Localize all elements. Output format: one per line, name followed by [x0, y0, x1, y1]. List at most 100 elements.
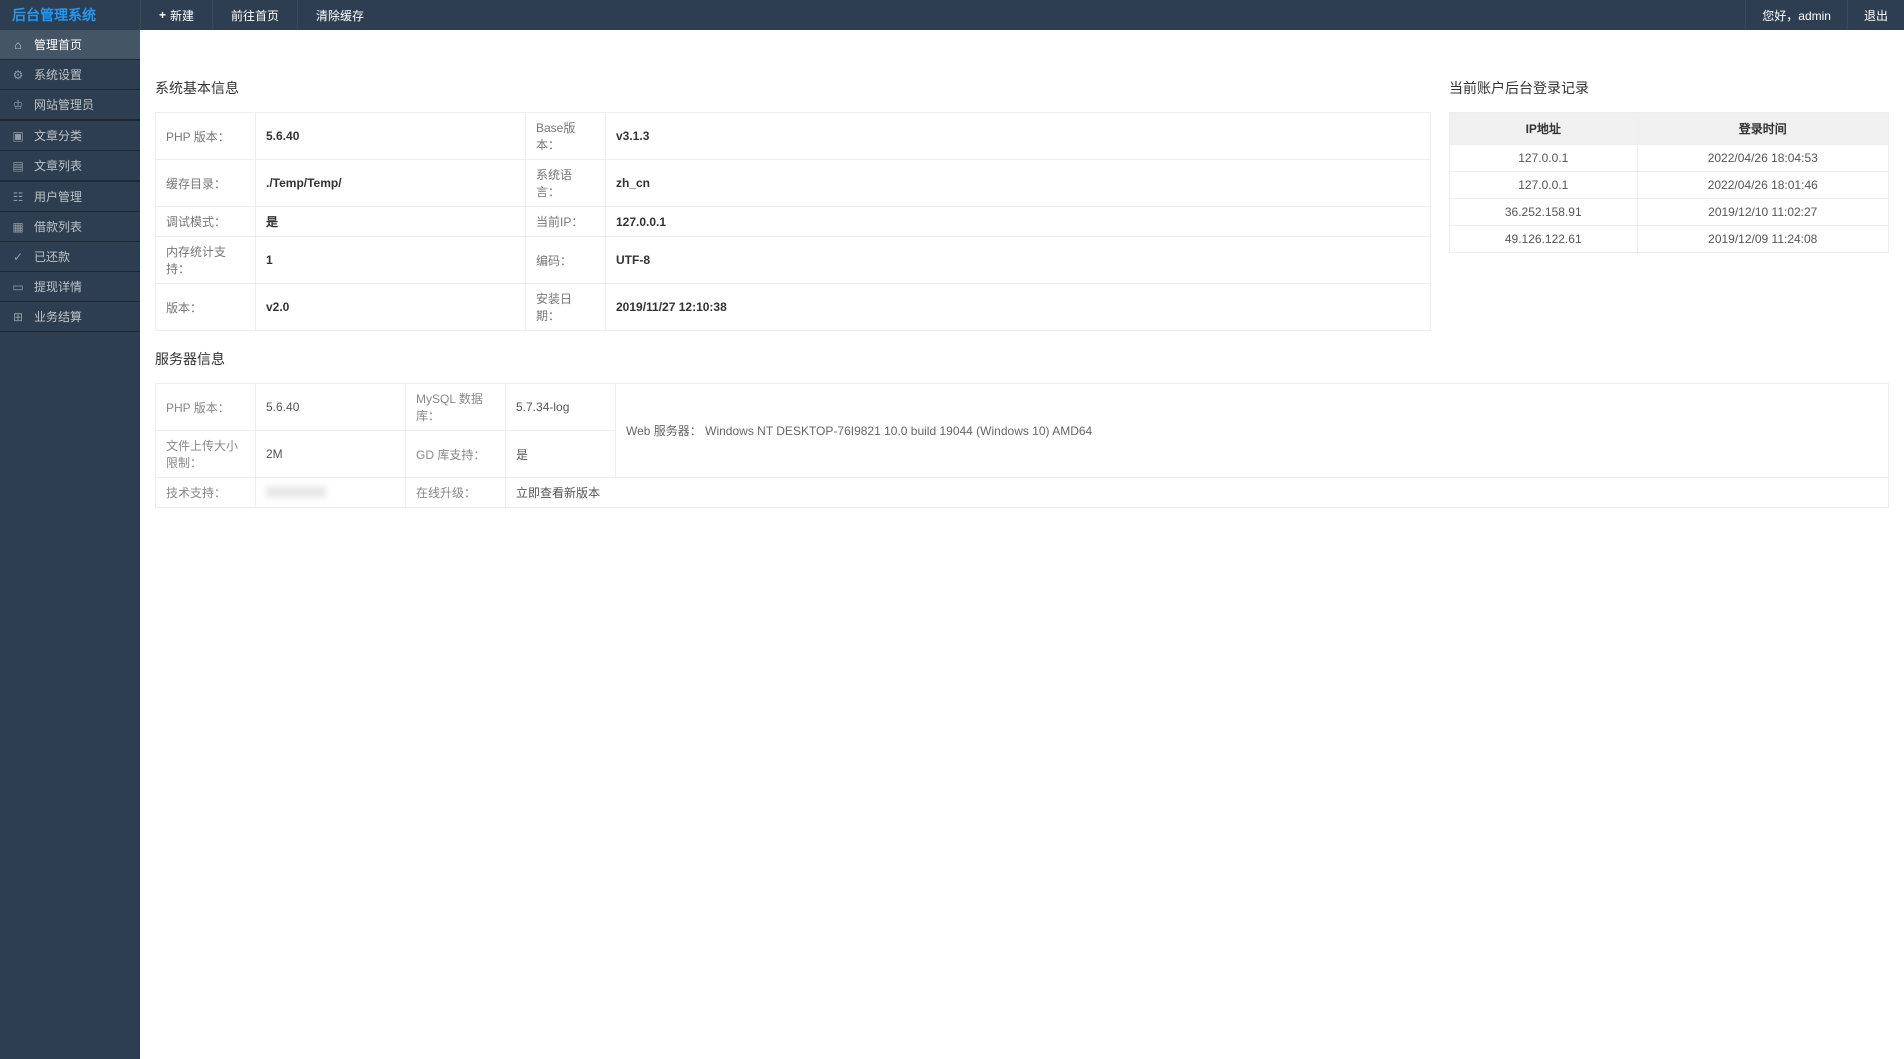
sidebar-item-3[interactable]: ▣ 文章分类: [0, 121, 140, 151]
info-value: zh_cn: [606, 160, 1431, 207]
sidebar: ⌂ 管理首页 ⚙ 系统设置 ♔ 网站管理员 ▣ 文章分类 ▤文章列表 ☷ 用户管理 ▦ 借款列表 ✓ 已还款…: [0, 30, 140, 1059]
upgrade-link[interactable]: 立即查看新版本: [516, 486, 600, 500]
login-ip: 49.126.122.61: [1450, 226, 1638, 253]
system-info-table: PHP 版本：5.6.40Base版本：v3.1.3缓存目录：./Temp/Te…: [155, 112, 1431, 331]
sidebar-item-label: 已还款: [34, 248, 70, 265]
info-label: 安装日期：: [526, 284, 606, 331]
info-label: 内存统计支持：: [156, 237, 256, 284]
main: 系统基本信息 PHP 版本：5.6.40Base版本：v3.1.3缓存目录：./…: [140, 60, 1904, 518]
plus-icon: +: [159, 8, 166, 22]
new-label: 新建: [170, 7, 194, 24]
goto-home-button[interactable]: 前往首页: [212, 0, 297, 30]
sidebar-item-label: 提现详情: [34, 278, 82, 295]
tech-support-value: [256, 478, 406, 508]
login-time: 2022/04/26 18:04:53: [1637, 145, 1889, 172]
sidebar-item-2[interactable]: ♔ 网站管理员: [0, 90, 140, 120]
server-info-title: 服务器信息: [155, 349, 1889, 369]
mysql-label: MySQL 数据库：: [406, 384, 506, 431]
info-value: v3.1.3: [606, 113, 1431, 160]
clear-cache-label: 清除缓存: [316, 7, 364, 24]
upload-label: 文件上传大小限制：: [156, 431, 256, 478]
sidebar-item-4[interactable]: ▤文章列表: [0, 151, 140, 181]
logout-button[interactable]: 退出: [1847, 0, 1904, 30]
sidebar-item-6[interactable]: ▦ 借款列表: [0, 212, 140, 242]
greeting: 您好，admin: [1745, 0, 1847, 30]
upgrade-cell: 立即查看新版本: [506, 478, 1889, 508]
web-server-value: Windows NT DESKTOP-76I9821 10.0 build 19…: [705, 424, 1092, 438]
users-icon: ☷: [10, 189, 26, 205]
header-nav: + 新建 前往首页 清除缓存: [140, 0, 382, 30]
header: 后台管理系统 + 新建 前往首页 清除缓存 您好，admin 退出: [0, 0, 1904, 30]
info-value: ./Temp/Temp/: [256, 160, 526, 207]
login-time: 2022/04/26 18:01:46: [1637, 172, 1889, 199]
info-value: v2.0: [256, 284, 526, 331]
table-row: PHP 版本：5.6.40Base版本：v3.1.3: [156, 113, 1431, 160]
sidebar-item-label: 系统设置: [34, 66, 82, 83]
sidebar-item-1[interactable]: ⚙ 系统设置: [0, 60, 140, 90]
web-server-cell: Web 服务器： Windows NT DESKTOP-76I9821 10.0…: [616, 384, 1889, 478]
logo: 后台管理系统: [0, 5, 140, 25]
table-row: 缓存目录：./Temp/Temp/系统语言：zh_cn: [156, 160, 1431, 207]
php-value: 5.6.40: [256, 384, 406, 431]
sidebar-item-label: 借款列表: [34, 218, 82, 235]
info-label: 调试模式：: [156, 207, 256, 237]
sidebar-item-label: 文章分类: [34, 127, 82, 144]
system-info-title: 系统基本信息: [155, 78, 1431, 98]
user-icon: ♔: [10, 97, 26, 113]
table-row: 127.0.0.12022/04/26 18:04:53: [1450, 145, 1889, 172]
gd-value: 是: [506, 431, 616, 478]
login-ip: 127.0.0.1: [1450, 172, 1638, 199]
login-header-time: 登录时间: [1637, 113, 1889, 145]
gear-icon: ⚙: [10, 67, 26, 83]
upload-value: 2M: [256, 431, 406, 478]
info-value: 1: [256, 237, 526, 284]
sidebar-item-label: 管理首页: [34, 36, 82, 53]
info-value: 127.0.0.1: [606, 207, 1431, 237]
card-icon: ▭: [10, 279, 26, 295]
goto-home-label: 前往首页: [231, 7, 279, 24]
sidebar-item-0[interactable]: ⌂ 管理首页: [0, 30, 140, 60]
info-value: 5.6.40: [256, 113, 526, 160]
info-value: 是: [256, 207, 526, 237]
sidebar-item-label: 文章列表: [34, 157, 82, 174]
info-label: 缓存目录：: [156, 160, 256, 207]
gd-label: GD 库支持：: [406, 431, 506, 478]
login-records-title: 当前账户后台登录记录: [1449, 78, 1889, 98]
info-value: UTF-8: [606, 237, 1431, 284]
info-value: 2019/11/27 12:10:38: [606, 284, 1431, 331]
sidebar-item-label: 网站管理员: [34, 96, 94, 113]
sidebar-item-label: 用户管理: [34, 188, 82, 205]
sidebar-item-7[interactable]: ✓ 已还款: [0, 242, 140, 272]
info-label: 系统语言：: [526, 160, 606, 207]
php-label: PHP 版本：: [156, 384, 256, 431]
header-right: 您好，admin 退出: [1745, 0, 1904, 30]
grid-icon: ▦: [10, 219, 26, 235]
table-row: 36.252.158.912019/12/10 11:02:27: [1450, 199, 1889, 226]
login-ip: 127.0.0.1: [1450, 145, 1638, 172]
check-icon: ✓: [10, 249, 26, 265]
server-info-table: PHP 版本： 5.6.40 MySQL 数据库： 5.7.34-log Web…: [155, 383, 1889, 508]
table-row: 49.126.122.612019/12/09 11:24:08: [1450, 226, 1889, 253]
new-button[interactable]: + 新建: [140, 0, 212, 30]
clear-cache-button[interactable]: 清除缓存: [297, 0, 382, 30]
folder-icon: ▣: [10, 128, 26, 144]
web-server-label: Web 服务器：: [626, 424, 702, 438]
login-ip: 36.252.158.91: [1450, 199, 1638, 226]
info-label: 版本：: [156, 284, 256, 331]
info-label: Base版本：: [526, 113, 606, 160]
login-header-ip: IP地址: [1450, 113, 1638, 145]
sidebar-item-8[interactable]: ▭ 提现详情: [0, 272, 140, 302]
sidebar-item-5[interactable]: ☷ 用户管理: [0, 182, 140, 212]
calc-icon: ⊞: [10, 309, 26, 325]
login-time: 2019/12/09 11:24:08: [1637, 226, 1889, 253]
sidebar-item-label: 业务结算: [34, 308, 82, 325]
table-row: 内存统计支持：1编码：UTF-8: [156, 237, 1431, 284]
info-label: 当前IP：: [526, 207, 606, 237]
table-row: 版本：v2.0安装日期：2019/11/27 12:10:38: [156, 284, 1431, 331]
info-label: PHP 版本：: [156, 113, 256, 160]
table-row: 调试模式：是当前IP：127.0.0.1: [156, 207, 1431, 237]
home-icon: ⌂: [10, 37, 26, 53]
sidebar-item-9[interactable]: ⊞ 业务结算: [0, 302, 140, 332]
login-records-table: IP地址登录时间127.0.0.12022/04/26 18:04:53127.…: [1449, 112, 1889, 253]
login-time: 2019/12/10 11:02:27: [1637, 199, 1889, 226]
